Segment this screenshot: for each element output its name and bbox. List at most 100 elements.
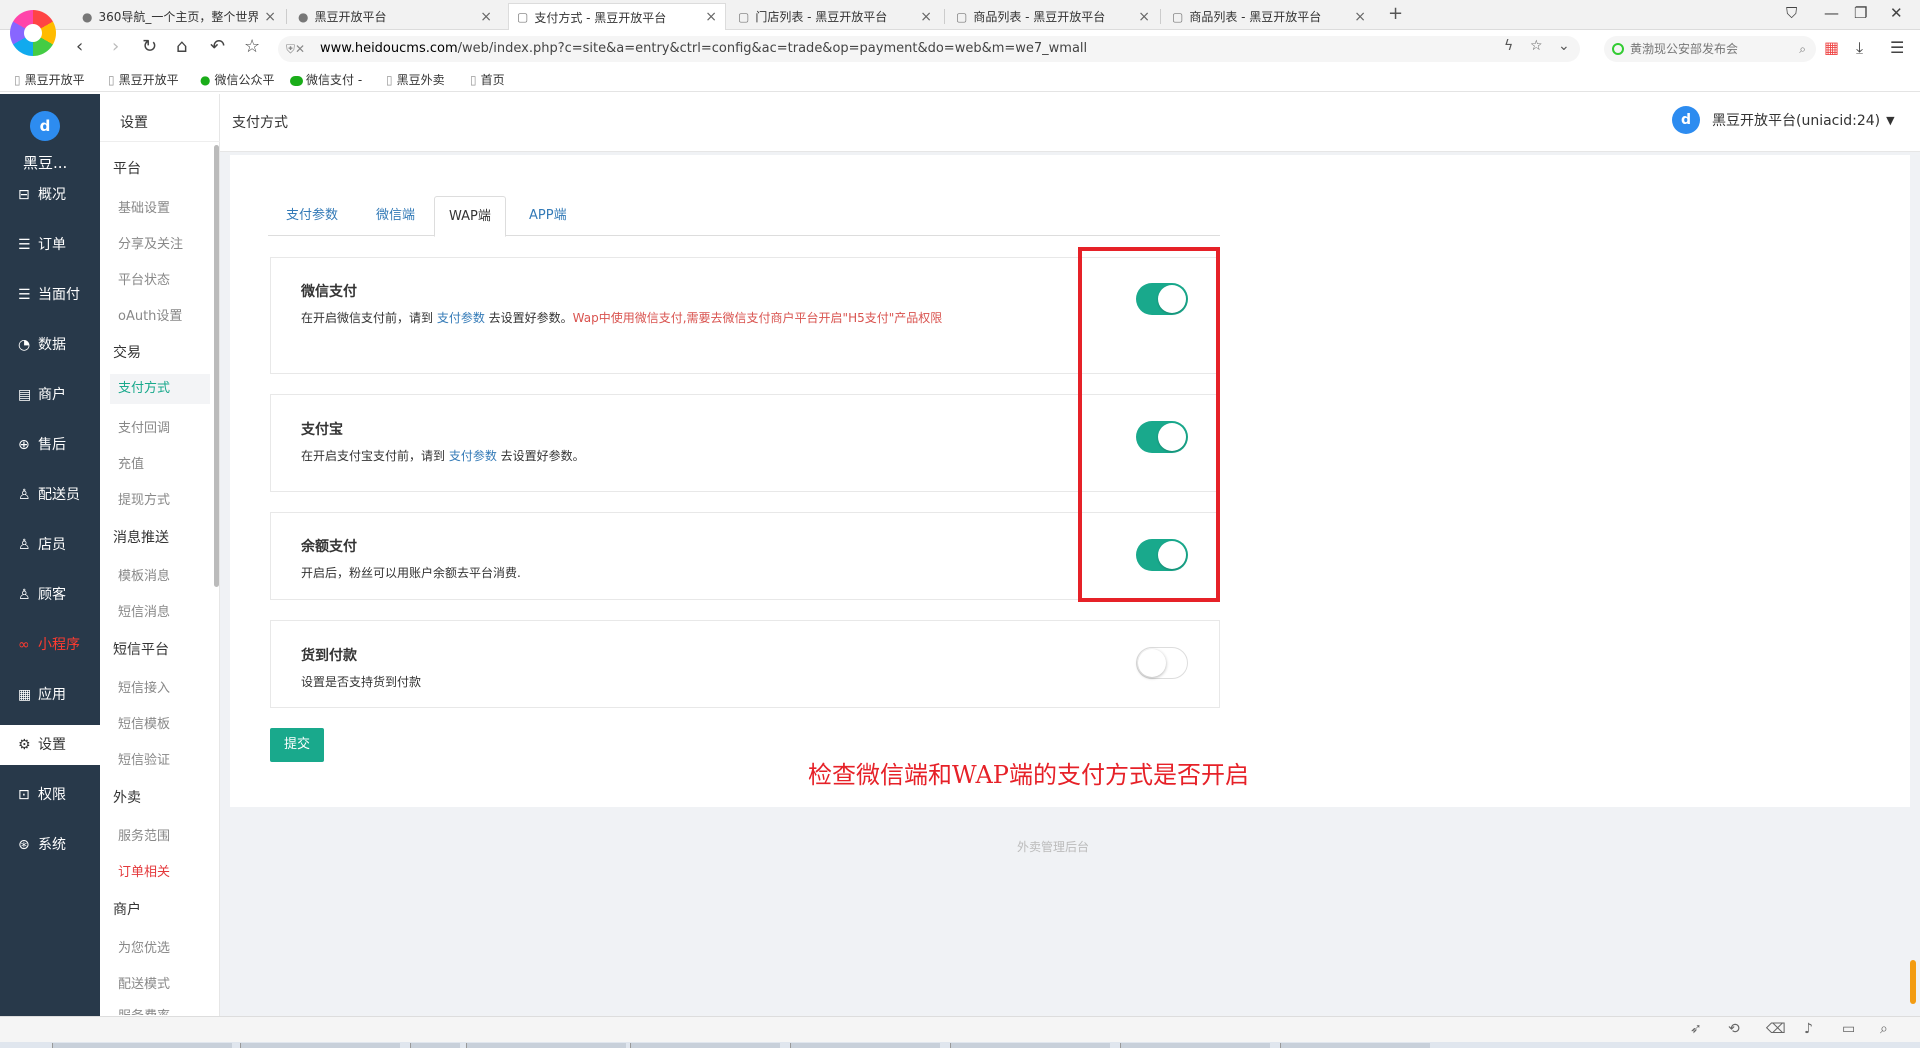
sidebar-item-clerk[interactable]: ♙ 店员 <box>0 525 100 565</box>
bookmark-item[interactable]: ▯ 首页 <box>470 71 505 88</box>
tab-close-icon[interactable]: × <box>264 9 276 25</box>
sidebar-item-orders[interactable]: ☰ 订单 <box>0 225 100 265</box>
taskbar-item[interactable] <box>1280 1043 1430 1048</box>
menu-icon[interactable]: ☰ <box>1890 38 1904 57</box>
cod-toggle[interactable] <box>1136 647 1188 679</box>
brand-logo-icon[interactable]: d <box>30 111 60 141</box>
subnav-item-payment-methods[interactable]: 支付方式 <box>110 374 210 404</box>
news-search-box[interactable]: 黄渤现公安部发布会 ⌕ <box>1604 36 1816 62</box>
shirt-icon[interactable]: ⛉ <box>1786 4 1797 22</box>
subnav-item[interactable]: oAuth设置 <box>118 305 182 324</box>
subnav-item[interactable]: 短信消息 <box>118 601 170 620</box>
browser-logo-icon[interactable] <box>10 10 56 56</box>
subnav-scrollbar[interactable] <box>214 145 219 587</box>
close-window-icon[interactable]: ✕ <box>1890 4 1903 22</box>
reload-icon[interactable]: ↻ <box>142 36 157 57</box>
sidebar-item-customer[interactable]: ♙ 顾客 <box>0 575 100 615</box>
subnav-group: 商户 <box>113 902 141 918</box>
zoom-icon[interactable]: ⌕ <box>1880 1021 1888 1037</box>
tab-close-icon[interactable]: × <box>920 9 932 25</box>
browser-tab[interactable]: ▢ 商品列表 - 黑豆开放平台 × <box>1164 3 1374 30</box>
tab-close-icon[interactable]: × <box>705 9 717 25</box>
sidebar-item-courier[interactable]: ♙ 配送员 <box>0 475 100 515</box>
sidebar-item-apps[interactable]: ▦ 应用 <box>0 675 100 715</box>
tab-wap[interactable]: WAP端 <box>434 196 506 237</box>
subnav-item[interactable]: 订单相关 <box>118 861 170 880</box>
subnav-item[interactable]: 充值 <box>118 453 144 472</box>
subnav-item[interactable]: 基础设置 <box>118 197 170 216</box>
lightning-icon[interactable]: ϟ <box>1504 38 1513 54</box>
tab-close-icon[interactable]: × <box>1354 9 1366 25</box>
pay-params-link[interactable]: 支付参数 <box>449 449 497 463</box>
sidebar-item-settings[interactable]: ⚙ 设置 <box>0 725 100 765</box>
bookmark-star-icon[interactable]: ☆ <box>244 36 260 57</box>
sidebar-item-data[interactable]: ◔ 数据 <box>0 325 100 365</box>
sidebar-item-mini-program[interactable]: ∞ 小程序 <box>0 625 100 665</box>
taskbar-item[interactable] <box>790 1043 940 1048</box>
taskbar-item[interactable] <box>950 1043 1110 1048</box>
tab-app[interactable]: APP端 <box>515 196 581 237</box>
subnav-item[interactable]: 短信接入 <box>118 677 170 696</box>
apps-grid-icon[interactable]: ▦ <box>1824 38 1839 57</box>
home-icon[interactable]: ⌂ <box>176 36 187 57</box>
new-tab-icon[interactable]: + <box>1388 3 1403 24</box>
sidebar-item-face-pay[interactable]: ☰ 当面付 <box>0 275 100 315</box>
taskbar-item[interactable] <box>466 1043 626 1048</box>
taskbar-item[interactable] <box>410 1043 460 1048</box>
page-scrollbar[interactable] <box>1910 960 1916 1004</box>
window-icon[interactable]: ▭ <box>1842 1021 1855 1037</box>
sidebar-item-merchant[interactable]: ▤ 商户 <box>0 375 100 415</box>
volume-icon[interactable]: ♪ <box>1804 1021 1813 1037</box>
subnav-item[interactable]: 为您优选 <box>118 937 170 956</box>
bookmark-item[interactable]: 微信支付 - <box>290 71 362 88</box>
subnav-item[interactable]: 短信验证 <box>118 749 170 768</box>
subnav-item[interactable]: 短信模板 <box>118 713 170 732</box>
chevron-down-icon[interactable]: ⌄ <box>1558 38 1570 54</box>
url-input[interactable]: ⛨✕ www.heidoucms.com/web/index.php?c=sit… <box>278 36 1580 62</box>
undo-close-icon[interactable]: ↶ <box>210 36 225 57</box>
subnav-item[interactable]: 服务范围 <box>118 825 170 844</box>
tab-close-icon[interactable]: × <box>480 9 492 25</box>
forward-icon[interactable]: › <box>112 36 119 57</box>
tab-pay-params[interactable]: 支付参数 <box>272 196 352 237</box>
download-icon[interactable]: ⤓ <box>1856 38 1863 58</box>
sidebar-item-label: 顾客 <box>38 587 66 603</box>
sidebar-item-after-sale[interactable]: ⊕ 售后 <box>0 425 100 465</box>
tab-close-icon[interactable]: × <box>1138 9 1150 25</box>
back-icon[interactable]: ‹ <box>76 36 83 57</box>
user-menu[interactable]: d 黑豆开放平台(uniacid:24) ▼ <box>1672 106 1895 134</box>
restore-icon[interactable]: ❐ <box>1854 4 1867 22</box>
browser-tab[interactable]: ▢ 门店列表 - 黑豆开放平台 × <box>730 3 940 30</box>
taskbar-item[interactable] <box>240 1043 400 1048</box>
submit-button[interactable]: 提交 <box>270 728 324 762</box>
rocket-icon[interactable]: ➶ <box>1690 1021 1702 1037</box>
browser-tab-active[interactable]: ▢ 支付方式 - 黑豆开放平台 × <box>508 3 726 30</box>
sidebar-item-overview[interactable]: ⊟ 概况 <box>0 175 100 215</box>
subnav-item[interactable]: 分享及关注 <box>118 233 183 252</box>
taskbar-item[interactable] <box>630 1043 780 1048</box>
subnav-item[interactable]: 平台状态 <box>118 269 170 288</box>
bookmark-item[interactable]: ● 微信公众平 <box>200 71 275 88</box>
accelerate-icon[interactable]: ⟲ <box>1728 1021 1740 1037</box>
subnav-item[interactable]: 支付回调 <box>118 417 170 436</box>
subnav-item[interactable]: 配送模式 <box>118 973 170 992</box>
browser-tab[interactable]: ▢ 商品列表 - 黑豆开放平台 × <box>948 3 1158 30</box>
minimize-icon[interactable]: — <box>1824 4 1839 22</box>
bookmark-item[interactable]: ▯ 黑豆外卖 <box>386 71 445 88</box>
search-icon[interactable]: ⌕ <box>1799 36 1806 62</box>
taskbar-item[interactable] <box>52 1043 232 1048</box>
bookmark-item[interactable]: ▯ 黑豆开放平 <box>14 71 85 88</box>
tab-wechat[interactable]: 微信端 <box>362 196 429 237</box>
subnav-item[interactable]: 提现方式 <box>118 489 170 508</box>
pay-params-link[interactable]: 支付参数 <box>437 311 485 325</box>
browser-tab[interactable]: ● 黑豆开放平台 × <box>290 3 500 30</box>
subnav-item[interactable]: 服务费率 <box>118 1005 170 1015</box>
subnav-item[interactable]: 模板消息 <box>118 565 170 584</box>
taskbar-item[interactable] <box>1120 1043 1270 1048</box>
sidebar-item-permissions[interactable]: ⊡ 权限 <box>0 775 100 815</box>
favorite-star-icon[interactable]: ☆ <box>1530 38 1543 54</box>
trash-icon[interactable]: ⌫ <box>1766 1021 1786 1037</box>
bookmark-item[interactable]: ▯ 黑豆开放平 <box>108 71 179 88</box>
browser-tab[interactable]: ● 360导航_一个主页，整个世界 × <box>74 3 284 30</box>
sidebar-item-system[interactable]: ⊛ 系统 <box>0 825 100 865</box>
